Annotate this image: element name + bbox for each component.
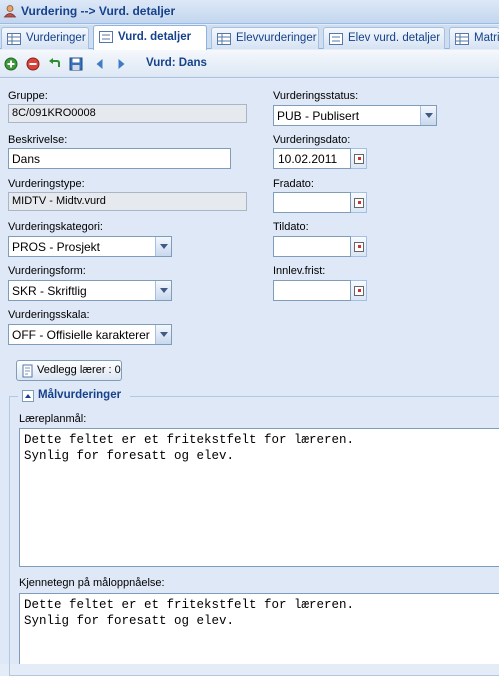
fradato-input[interactable] [273,192,351,213]
gruppe-label: Gruppe: [8,90,48,102]
chevron-down-icon[interactable] [155,281,171,300]
vedlegg-button[interactable]: Vedlegg lærer : 0 [16,360,122,381]
vurderingsskala-select[interactable]: OFF - Offisielle karakterer [8,324,172,345]
vurderingsdato-input[interactable]: 10.02.2011 [273,148,351,169]
laereplanmal-label: Læreplanmål: [19,413,87,425]
fradato-field [273,192,367,213]
vurderingsdato-label: Vurderingsdato: [273,134,351,146]
form-panel: Gruppe: 8C/091KRO0008 Beskrivelse: Dans … [0,79,499,676]
innlevfrist-label: Innlev.frist: [273,265,326,277]
tab-label: Vurd. detaljer [118,31,192,43]
chevron-down-icon[interactable] [420,106,436,125]
vurderingsform-value: SKR - Skriftlig [12,284,87,298]
form-icon [99,31,113,43]
tab-strip: Vurderinger Vurd. detaljer Elevvurdering… [0,25,499,50]
vurderingsform-label: Vurderingsform: [8,265,86,277]
malvurderinger-title: Målvurderinger [38,389,122,401]
undo-icon[interactable] [48,57,62,71]
delete-icon[interactable] [26,57,40,71]
laereplanmal-textarea[interactable]: Dette feltet er et fritekstfelt for lære… [19,428,499,567]
grid-icon [7,33,21,45]
window-titlebar: Vurdering --> Vurd. detaljer [0,0,499,24]
vurderingsskala-value: OFF - Offisielle karakterer [12,328,150,342]
vedlegg-label: Vedlegg lærer : 0 [37,364,121,376]
collapse-icon[interactable] [22,390,34,402]
kjennetegn-textarea[interactable]: Dette feltet er et fritekstfelt for lære… [19,593,499,664]
tab-label: Vurderinger [26,32,86,44]
tildato-input[interactable] [273,236,351,257]
vurderingskategori-value: PROS - Prosjekt [12,240,101,254]
add-icon[interactable] [4,57,18,71]
vurderingstype-label: Vurderingstype: [8,178,85,190]
tildato-label: Tildato: [273,221,309,233]
vurderingsform-select[interactable]: SKR - Skriftlig [8,280,172,301]
next-icon[interactable] [114,57,128,71]
malvurderinger-legend: Målvurderinger [18,388,130,404]
tab-vurd-detaljer[interactable]: Vurd. detaljer [93,25,207,50]
gruppe-field: 8C/091KRO0008 [8,104,247,123]
beskrivelse-label: Beskrivelse: [8,134,68,146]
calendar-icon[interactable] [351,236,367,257]
vurderingsstatus-label: Vurderingsstatus: [273,90,359,102]
previous-icon[interactable] [93,57,107,71]
fradato-label: Fradato: [273,178,314,190]
calendar-icon[interactable] [351,280,367,301]
vurderingsstatus-select[interactable]: PUB - Publisert [273,105,437,126]
form-icon [329,33,343,45]
tildato-field [273,236,367,257]
tab-label: Matri [474,32,499,44]
user-icon [3,5,17,18]
vurderingskategori-label: Vurderingskategori: [8,221,103,233]
innlevfrist-input[interactable] [273,280,351,301]
grid-icon [455,33,469,45]
vurderingsskala-label: Vurderingsskala: [8,309,90,321]
tab-label: Elevvurderinger [236,32,317,44]
vurderingsstatus-value: PUB - Publisert [277,109,360,123]
beskrivelse-input[interactable]: Dans [8,148,231,169]
calendar-icon[interactable] [351,148,367,169]
vurderingskategori-select[interactable]: PROS - Prosjekt [8,236,172,257]
tab-vurderinger[interactable]: Vurderinger [1,27,89,49]
tab-label: Elev vurd. detaljer [348,32,441,44]
kjennetegn-label: Kjennetegn på måloppnåelse: [19,577,165,589]
tab-matri[interactable]: Matri [449,27,499,49]
window-title: Vurdering --> Vurd. detaljer [21,4,176,18]
record-title: Vurd: Dans [146,57,207,69]
grid-icon [217,33,231,45]
attachment-icon [22,364,33,378]
chevron-down-icon[interactable] [155,237,171,256]
vurderingsdato-field: 10.02.2011 [273,148,367,169]
calendar-icon[interactable] [351,192,367,213]
vurderingstype-field: MIDTV - Midtv.vurd [8,192,247,211]
innlevfrist-field [273,280,367,301]
save-icon[interactable] [69,57,83,71]
tab-elevvurderinger[interactable]: Elevvurderinger [211,27,319,49]
chevron-down-icon[interactable] [155,325,171,344]
tab-elev-vurd-detaljer[interactable]: Elev vurd. detaljer [323,27,445,49]
toolbar: Vurd: Dans [0,50,499,78]
